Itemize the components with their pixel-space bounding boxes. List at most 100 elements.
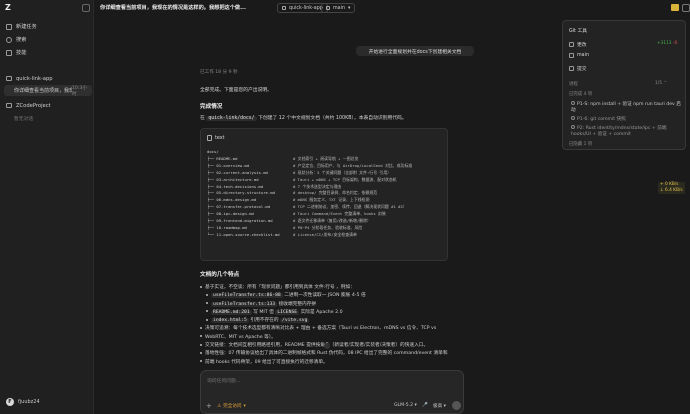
code-line-path: ├── 03-architecture.md bbox=[207, 176, 259, 182]
chevron-down-icon: ▾ bbox=[348, 5, 351, 11]
download-speed: ↓ 6.4 KB/s bbox=[660, 188, 683, 193]
reasoning-selector[interactable]: 极高 ▾ bbox=[433, 403, 446, 409]
avatar: F bbox=[6, 398, 14, 406]
nav-label: 技能 bbox=[16, 50, 27, 56]
project-quick-link-app[interactable]: quick-link-app bbox=[6, 74, 90, 83]
file-icon bbox=[207, 135, 212, 141]
access-mode-button[interactable]: ⚠ 完全访问 ▾ bbox=[217, 403, 246, 410]
git-row-label: 提交 bbox=[577, 67, 587, 72]
microphone-icon[interactable]: 🎤 bbox=[422, 403, 428, 408]
code-line: ├── 09-frontend-migration.md # 逐文件迁移清单（复用… bbox=[207, 218, 412, 225]
code-line: docs/ bbox=[207, 149, 412, 156]
code-line: ├── 01-overview.md # 产品定位、目标用户、与 AirDrop/… bbox=[207, 163, 412, 170]
app-logo: Z bbox=[5, 3, 11, 12]
send-button[interactable] bbox=[452, 401, 461, 410]
list-item: README.md:201 写 MIT 但 LICENSE 实际是 Apache… bbox=[200, 309, 460, 317]
project-pill-label: quick-link-app bbox=[289, 5, 323, 11]
folder-icon bbox=[6, 76, 12, 81]
inline-code: index.html:5 bbox=[211, 318, 249, 324]
task-item: P1-6: git commit 快照 bbox=[571, 116, 683, 123]
branch-pill[interactable]: main ▾ bbox=[321, 3, 356, 13]
code-line-path: docs/ bbox=[207, 149, 219, 154]
code-line-path: ├── 01-overview.md bbox=[207, 162, 250, 168]
diff-stats: +3113 -0 bbox=[657, 41, 677, 46]
list-text: 引用不存在的 bbox=[250, 318, 279, 324]
code-line: ├── 10-roadmap.md # P0~P4 分阶段任务、验收标准、风险 bbox=[207, 225, 412, 232]
chevron-down-icon: ▾ bbox=[243, 403, 246, 409]
sidebar: Z 新建任务 搜索 技能 quick-link-app 你详细查看当前项目，我现… bbox=[0, 0, 94, 414]
git-branch[interactable]: main bbox=[569, 53, 589, 58]
hidden-tasks[interactable]: 已隐藏 1 项 bbox=[569, 141, 592, 147]
bullet-icon bbox=[200, 335, 202, 338]
top-bar: 你详细查看当前项目，我现在的情况是这样的。我想把这个做... quick-lin… bbox=[94, 0, 690, 16]
model-selector[interactable]: GLM-5.2 ▾ bbox=[394, 403, 417, 408]
git-panel: Git 工具 更改 +3113 -0 main 提交 进程 已完成 4 项 1/… bbox=[562, 20, 686, 150]
task-status-icon bbox=[571, 116, 575, 120]
list-text: 决策可追溯：每个技术选型都有清晰对比表 + 理由 + 备选方案（Tauri vs… bbox=[205, 326, 437, 332]
code-line-comment: # 文档索引 + 阅读导航 + 一图总览 bbox=[293, 155, 359, 161]
composer[interactable]: 询问任何问题... + ⚠ 完全访问 ▾ GLM-5.2 ▾ 🎤 极高 ▾ bbox=[200, 370, 464, 414]
git-changes[interactable]: 更改 bbox=[569, 41, 587, 48]
summary-text: 在 quick-link/docs/ 下创建了 12 个中文规划文档（共约 10… bbox=[200, 114, 407, 121]
code-line: ├── README.md # 文档索引 + 阅读导航 + 一图总览 bbox=[207, 156, 412, 163]
process-section-label: 进程 bbox=[569, 82, 578, 87]
summary-after: 下创建了 12 个中文规划文档（共约 100KB），本表自动识别用代码。 bbox=[258, 116, 407, 121]
task-text: P1-6: git commit 快照 bbox=[577, 117, 626, 122]
code-lang: text bbox=[215, 135, 225, 141]
list-item: useFileTransfer.ts:86-88 二进制一次性读取一 JSON … bbox=[200, 292, 460, 300]
list-item: 落地性强：07 传输协议给出了具体的二进制帧格式和 Rust 伪代码，08 IP… bbox=[200, 350, 460, 358]
scroll-down-button[interactable] bbox=[324, 343, 330, 349]
git-commit[interactable]: 提交 bbox=[569, 65, 587, 72]
task-status-icon bbox=[571, 101, 575, 105]
user-message: 开始进行全面规划并在docs下创建相关文档 bbox=[356, 46, 474, 56]
code-line-comment: # TCP 二进制协议、加密、续传、回退（解决现状问题 #1 #2） bbox=[293, 204, 407, 210]
nav-search[interactable]: 搜索 bbox=[6, 35, 90, 44]
summary-path: quick-link/docs/ bbox=[206, 116, 257, 121]
folder-icon bbox=[282, 6, 286, 10]
code-line-comment: # P0~P4 分阶段任务、验收标准、风险 bbox=[293, 224, 363, 230]
inline-code: useFileTransfer.ts:86-88 bbox=[211, 293, 283, 299]
intro-text: 全部完成。下面是您的产出说明。 bbox=[200, 88, 272, 93]
code-line-comment: # mDNS 服务定义、TXT 记录、上下线检测 bbox=[293, 197, 370, 203]
message-input[interactable]: 询问任何问题... bbox=[207, 377, 240, 384]
list-text: 写 MIT 但 bbox=[253, 309, 274, 315]
task-item: P2: Rust identity/mdns/state/ipc + 前端 ho… bbox=[571, 125, 683, 139]
inline-code: /vite.svg bbox=[280, 318, 310, 324]
code-line-path: └── 11-open-source-checklist.md bbox=[207, 231, 280, 237]
project-zcodeproject[interactable]: ZCodeProject bbox=[6, 101, 90, 110]
nav-skills[interactable]: 技能 bbox=[6, 48, 90, 57]
code-line: ├── 04-tech-decisions.md # 7 个技术选型决定与理由 bbox=[207, 184, 412, 191]
collapse-toggle[interactable]: 1/5 ⌃ bbox=[655, 81, 667, 86]
skills-icon bbox=[6, 49, 12, 56]
branch-pill-label: main bbox=[333, 5, 345, 11]
code-line-comment: # 逐文件迁移清单（复用/改造/新增/删除） bbox=[293, 218, 371, 224]
summary-before: 在 bbox=[200, 116, 205, 121]
code-line: ├── 07-transfer-protocol.md # TCP 二进制协议、加… bbox=[207, 204, 412, 211]
nav-label: 搜索 bbox=[16, 37, 27, 43]
code-line-path: ├── 05-directory-structure.md bbox=[207, 190, 275, 196]
thread-item[interactable]: 你详细查看当前项目，我现在... 10:3小时 bbox=[4, 85, 92, 97]
branch-icon bbox=[326, 6, 330, 10]
project-label: quick-link-app bbox=[16, 75, 53, 82]
user-name: fjuubz24 bbox=[18, 399, 40, 405]
work-duration[interactable]: 已工作 18 分 9 秒 bbox=[200, 69, 238, 75]
code-line-comment: # 7 个技术选型决定与理由 bbox=[293, 183, 342, 189]
user-profile[interactable]: F fjuubz24 bbox=[6, 398, 40, 406]
folder-open-icon[interactable] bbox=[671, 4, 679, 11]
nav-new-task[interactable]: 新建任务 bbox=[6, 22, 90, 31]
code-line: ├── 05-directory-structure.md # desktop/ … bbox=[207, 190, 412, 197]
terminal-icon[interactable] bbox=[682, 4, 690, 12]
list-text: 交叉链接：文档间互相引用路径引用，README 提供按角色（新读者/实现者/实装… bbox=[205, 343, 429, 349]
list-item: useFileTransfer.ts:133 接收端完整内存拼 bbox=[200, 301, 460, 309]
diff-icon bbox=[569, 42, 574, 47]
project-label: ZCodeProject bbox=[16, 102, 51, 109]
code-line: ├── 06-mdns-design.md # mDNS 服务定义、TXT 记录、… bbox=[207, 197, 412, 204]
task-item: P1-S: npm install + 验证 npm run tauri dev… bbox=[571, 101, 683, 115]
sidebar-toggle-icon[interactable] bbox=[82, 4, 90, 12]
code-line-path: ├── 07-transfer-protocol.md bbox=[207, 204, 271, 210]
branch-icon bbox=[569, 53, 574, 58]
bullet-icon bbox=[206, 318, 208, 321]
inline-code: useFileTransfer.ts:133 bbox=[211, 301, 278, 307]
add-attachment-button[interactable]: + bbox=[206, 403, 212, 410]
empty-thread-text: 暂无对话 bbox=[14, 117, 34, 122]
